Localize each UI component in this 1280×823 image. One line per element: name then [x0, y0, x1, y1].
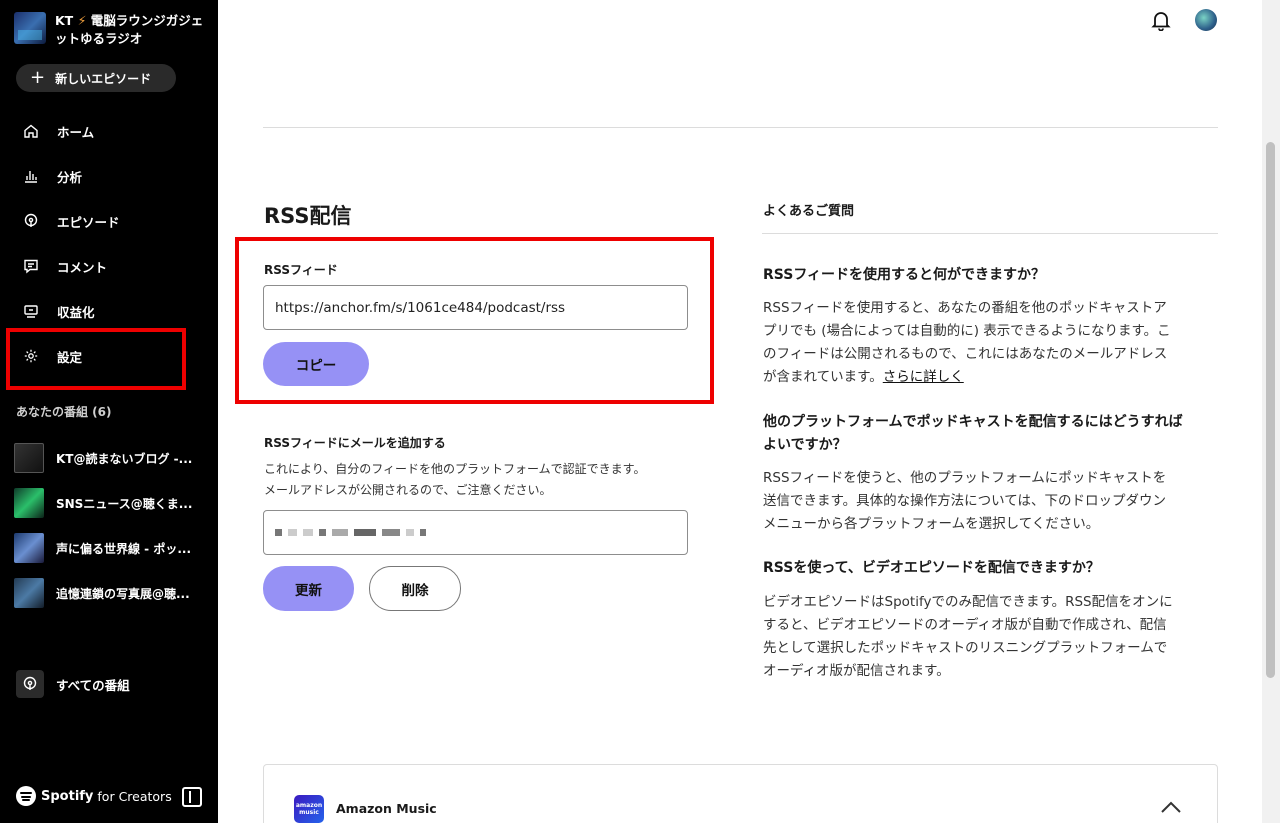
show-item-label: KT@読まないブログ -...	[56, 451, 193, 466]
all-shows-link[interactable]: すべての番組	[16, 670, 130, 698]
email-field[interactable]	[263, 510, 688, 555]
analytics-icon	[22, 167, 40, 185]
show-title-prefix: KT	[55, 13, 74, 28]
nav-monetize[interactable]: 収益化	[22, 299, 95, 323]
page-title: RSS配信	[264, 204, 352, 228]
collapse-sidebar-icon[interactable]	[182, 787, 202, 807]
redacted-email	[275, 529, 426, 536]
nav-analytics-label: 分析	[57, 169, 83, 185]
podcast-icon	[22, 212, 40, 230]
faq-answer-line: オーディオ版が配信されます。	[763, 663, 950, 679]
show-item[interactable]: 声に偏る世界線 - ポッ...	[14, 532, 191, 564]
home-icon	[22, 122, 40, 140]
platform-name: Amazon Music	[336, 801, 437, 816]
settings-highlight-box	[6, 328, 186, 390]
plus-icon: +	[30, 67, 46, 88]
faq-answer-line: プリでも (場合によっては自動的に) 表示できるようになります。こ	[763, 323, 1171, 339]
faq-answer-line: 送信できます。具体的な操作方法については、下のドロップダウン	[763, 493, 1166, 509]
divider	[263, 127, 1218, 128]
delete-button-label: 削除	[401, 582, 429, 599]
show-thumbnail	[14, 443, 44, 473]
nav-episodes-label: エピソード	[57, 214, 120, 230]
copy-button-label: コピー	[295, 358, 337, 374]
faq-answer: RSSフィードを使うと、他のプラットフォームにポッドキャストを 送信できます。具…	[763, 467, 1218, 536]
copy-button[interactable]: コピー	[263, 342, 369, 386]
spotify-for-creators-logo: Spotify for Creators	[16, 786, 172, 806]
logo-text: music	[299, 809, 319, 816]
faq-answer-text: が含まれています。	[763, 369, 883, 385]
show-item-label: 追憶連鎖の写真展@聴...	[56, 586, 190, 601]
sidebar: KT ⚡ 電脳ラウンジガジェットゆるラジオ + 新しいエピソード ホーム 分析 …	[0, 0, 218, 823]
comment-icon	[22, 257, 40, 275]
email-section-description: これにより、自分のフィードを他のプラットフォームで認証できます。 メールアドレス…	[264, 459, 704, 501]
faq-answer-line: のフィードは公開されるもので、これにはあなたのメールアドレス	[763, 346, 1168, 362]
faq-header: よくあるご質問	[763, 204, 855, 219]
your-shows-header: あなたの番組 (6)	[16, 405, 112, 419]
email-desc-line: これにより、自分のフィードを他のプラットフォームで認証できます。	[264, 462, 646, 476]
learn-more-link[interactable]: さらに詳しく	[883, 369, 964, 385]
show-item-label: 声に偏る世界線 - ポッ...	[56, 541, 192, 556]
lightning-icon: ⚡	[77, 13, 87, 28]
email-desc-line: メールアドレスが公開されるので、ご注意ください。	[264, 483, 552, 497]
show-item-label: SNSニュース@聴くま...	[56, 496, 193, 511]
current-show-header[interactable]: KT ⚡ 電脳ラウンジガジェットゆるラジオ	[14, 12, 215, 48]
new-episode-button[interactable]: + 新しいエピソード	[16, 64, 176, 92]
amazon-music-logo: amazon music	[294, 795, 324, 823]
nav-home-label: ホーム	[57, 124, 95, 140]
all-shows-label: すべての番組	[56, 677, 130, 693]
nav-episodes[interactable]: エピソード	[22, 209, 120, 233]
faq-answer-line: すると、ビデオエピソードのオーディオ版が自動で作成され、配信	[763, 617, 1167, 633]
update-button[interactable]: 更新	[263, 566, 354, 611]
rss-feed-label: RSSフィード	[264, 263, 338, 277]
show-thumbnail	[14, 488, 44, 518]
faq-answer: ビデオエピソードはSpotifyでのみ配信できます。RSS配信をオンに すると、…	[763, 591, 1218, 683]
brand-suffix: for Creators	[97, 788, 172, 804]
nav-comments[interactable]: コメント	[22, 254, 107, 278]
podcast-icon	[16, 670, 44, 698]
nav-monetize-label: 収益化	[57, 304, 95, 320]
faq-question-line: よいですか？	[763, 437, 847, 453]
faq-answer-line: ビデオエピソードはSpotifyでのみ配信できます。RSS配信をオンに	[763, 594, 1173, 610]
brand-name: Spotify	[41, 788, 94, 804]
faq-answer-line: RSSフィードを使うと、他のプラットフォームにポッドキャストを	[763, 470, 1167, 486]
new-episode-label: 新しいエピソード	[55, 71, 152, 86]
rss-feed-url-field[interactable]: https://anchor.fm/s/1061ce484/podcast/rs…	[263, 285, 688, 330]
show-item[interactable]: 追憶連鎖の写真展@聴...	[14, 577, 190, 609]
avatar[interactable]	[1195, 9, 1217, 31]
faq-answer-line: 先として選択したポッドキャストのリスニングプラットフォームで	[763, 640, 1168, 656]
scrollbar-thumb[interactable]	[1266, 142, 1275, 678]
faq-answer-line: RSSフィードを使用すると、あなたの番組を他のポッドキャストア	[763, 300, 1167, 316]
show-thumbnail	[14, 578, 44, 608]
faq-question: RSSを使って、ビデオエピソードを配信できますか？	[763, 560, 1100, 576]
show-thumbnail	[14, 533, 44, 563]
email-section-title: RSSフィードにメールを追加する	[264, 436, 446, 450]
faq-answer: RSSフィードを使用すると、あなたの番組を他のポッドキャストア プリでも (場合…	[763, 297, 1218, 389]
show-title: KT ⚡ 電脳ラウンジガジェットゆるラジオ	[55, 12, 215, 48]
show-artwork	[14, 12, 46, 44]
delete-button[interactable]: 削除	[369, 566, 461, 611]
nav-comments-label: コメント	[57, 259, 108, 275]
faq-question: 他のプラットフォームでポッドキャストを配信するにはどうすれば よいですか？	[763, 411, 1218, 457]
divider	[762, 233, 1218, 234]
nav-home[interactable]: ホーム	[22, 119, 94, 143]
nav-analytics[interactable]: 分析	[22, 164, 82, 188]
rss-feed-url-value: https://anchor.fm/s/1061ce484/podcast/rs…	[275, 299, 566, 316]
bell-icon[interactable]	[1150, 9, 1172, 31]
faq-answer-line: が含まれています。さらに詳しく	[763, 366, 1218, 389]
monetize-icon	[22, 302, 40, 320]
faq-question: RSSフィードを使用すると何ができますか？	[763, 267, 1046, 283]
update-button-label: 更新	[295, 582, 322, 599]
faq-question-line: 他のプラットフォームでポッドキャストを配信するにはどうすれば	[763, 414, 1183, 430]
faq-answer-line: メニューから各プラットフォームを選択してください。	[763, 516, 1100, 532]
show-item[interactable]: SNSニュース@聴くま...	[14, 487, 192, 519]
show-item[interactable]: KT@読まないブログ -...	[14, 442, 192, 474]
spotify-icon	[16, 786, 36, 806]
logo-text: amazon	[295, 802, 323, 809]
chevron-up-icon[interactable]	[1160, 800, 1182, 814]
